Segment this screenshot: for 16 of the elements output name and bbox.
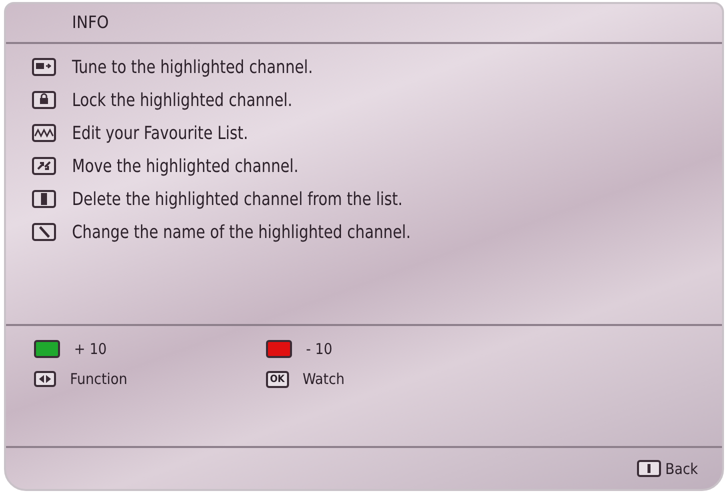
action-description: Edit your Favourite List. xyxy=(72,122,248,144)
action-description: Move the highlighted channel. xyxy=(72,156,298,176)
legend-label: Watch xyxy=(302,370,345,388)
action-description: Change the name of the highlighted channel. xyxy=(72,222,411,242)
key-label: OK xyxy=(266,370,289,388)
back-label: Back xyxy=(665,460,698,478)
info-key-icon xyxy=(637,460,662,477)
left-right-arrows-icon xyxy=(34,371,56,387)
panel-title: INFO xyxy=(72,13,109,33)
legend-label: Function xyxy=(70,370,128,388)
lock-icon xyxy=(32,91,56,109)
action-description: Lock the highlighted channel. xyxy=(72,90,292,110)
action-description: Delete the highlighted channel from the list. xyxy=(72,188,403,210)
legend-label: - 10 xyxy=(306,340,332,358)
action-description: Tune to the highlighted channel. xyxy=(72,56,313,78)
legend-label: + 10 xyxy=(74,340,107,358)
